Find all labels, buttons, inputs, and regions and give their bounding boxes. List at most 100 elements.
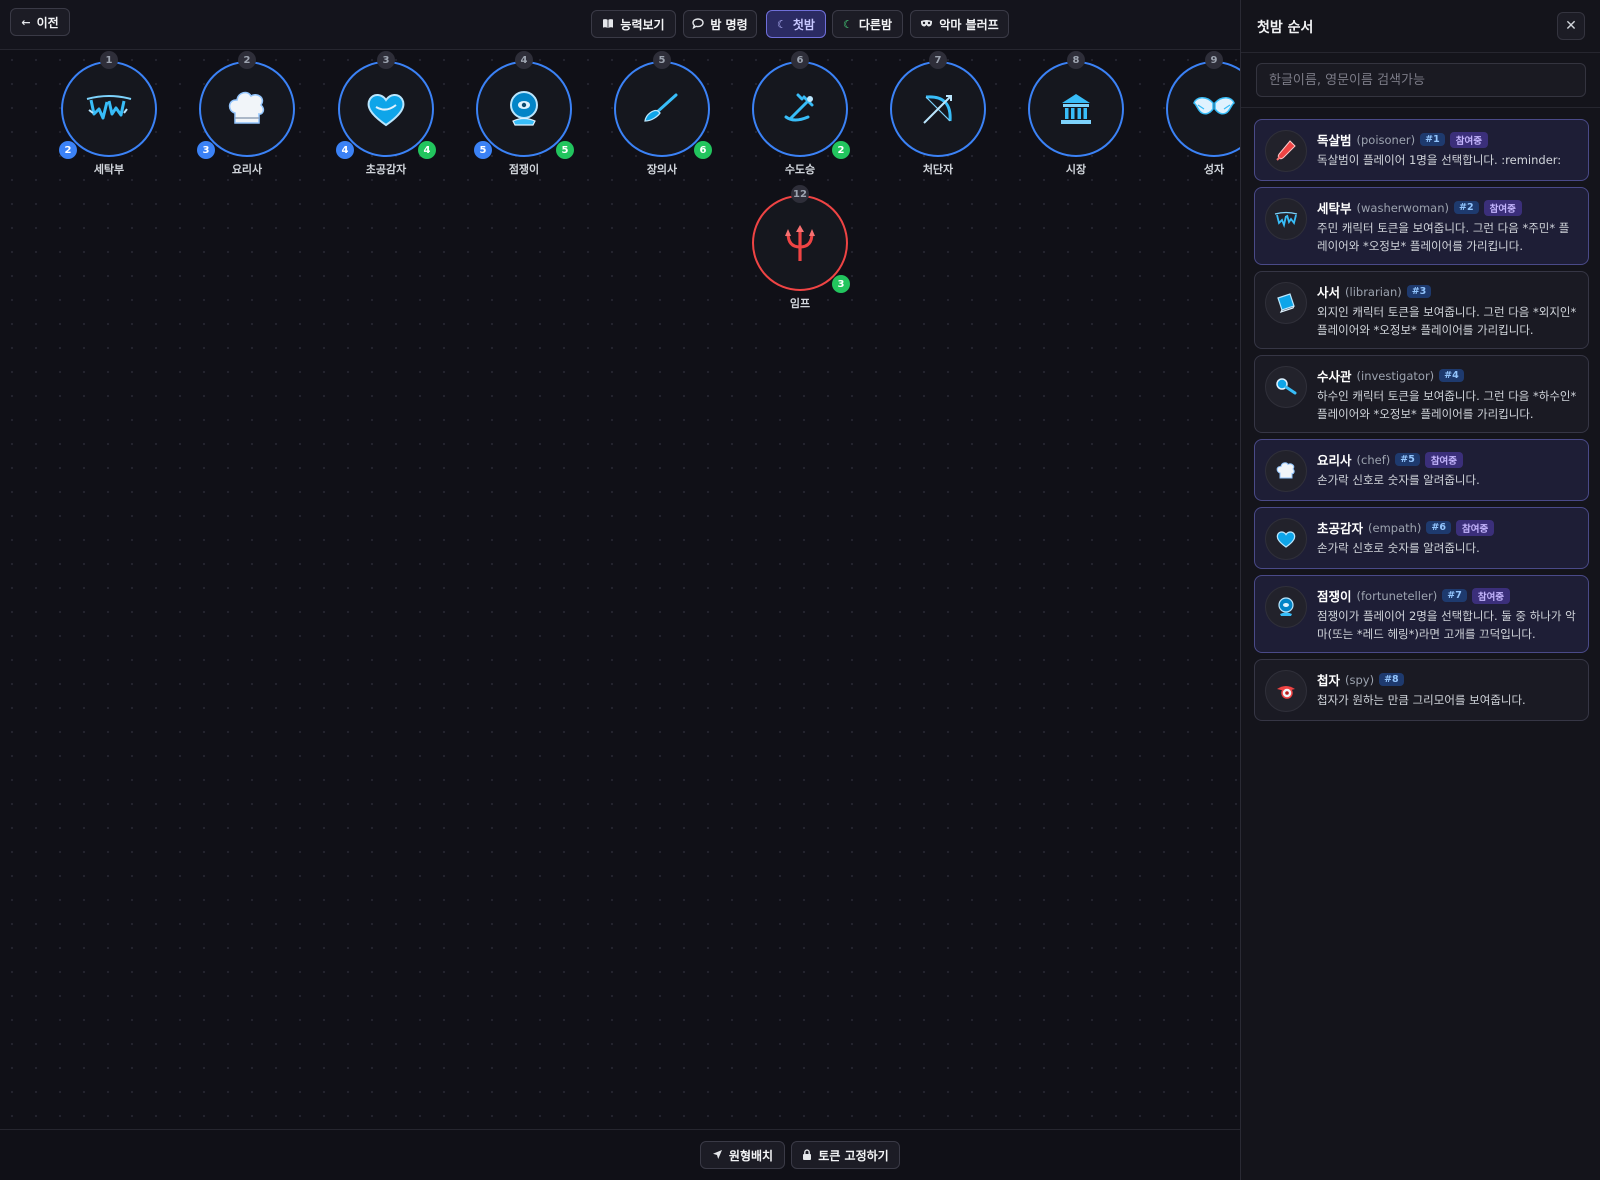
circle-layout-button[interactable]: 원형배치 [700,1141,785,1169]
order-badge: #6 [1426,521,1451,534]
chef-hat-icon [228,91,265,124]
seat-number: 9 [1205,51,1223,69]
bottom-toolbar: 원형배치 토큰 고정하기 [0,1129,1240,1180]
order-badge: #8 [1379,673,1404,686]
night-order-item[interactable]: 수사관 (investigator) #4 하수인 캐릭터 토큰을 보여줍니다.… [1254,355,1589,433]
heart-icon [1265,518,1307,560]
character-description: 점쟁이가 플레이어 2명을 선택합니다. 둘 중 하나가 악마(또는 *레드 헤… [1317,609,1576,641]
reminder-badge-green: 4 [418,141,436,159]
tab-first-night[interactable]: ☾ 첫밤 [766,10,826,38]
token-ring [1028,61,1124,157]
token-name: 수도승 [784,163,816,176]
token-name: 성자 [1203,163,1225,176]
player-token[interactable]: 3 4 4 초공감자 [336,51,436,181]
tab-other-nights[interactable]: ☾ 다른밤 [832,10,903,38]
token-ring [199,61,295,157]
character-english-name: (spy) [1345,672,1375,687]
back-button[interactable]: ← 이전 [10,8,70,36]
night-order-item[interactable]: 세탁부 (washerwoman) #2 참여중 주민 캐릭터 토큰을 보여줍니… [1254,187,1589,265]
character-description: 하수인 캐릭터 토큰을 보여줍니다. 그런 다음 *하수인* 플레이어와 *오정… [1317,389,1577,421]
spy-icon [1265,670,1307,712]
character-english-name: (librarian) [1345,284,1402,299]
close-button[interactable]: ✕ [1557,12,1585,40]
participating-badge: 참여중 [1449,131,1488,148]
reminder-badge-blue: 4 [336,141,354,159]
character-description: 첩자가 원하는 만큼 그리모어를 보여줍니다. [1317,693,1526,707]
lock-icon [802,1148,812,1162]
first-night-order-panel: 첫밤 순서 ✕ 독살범 (poisoner) #1 참여중 독살범이 플레이어 … [1240,0,1600,1180]
character-english-name: (washerwoman) [1356,200,1450,215]
character-english-name: (investigator) [1356,368,1435,383]
seat-number: 1 [100,51,118,69]
player-token[interactable]: 7 처단자 [888,51,988,181]
token-ring [614,61,710,157]
book-icon [1265,282,1307,324]
player-token[interactable]: 6 2 수도승 [750,51,850,181]
heart-icon [367,94,405,127]
bow-arrow-icon [923,95,952,124]
shovel-icon [644,93,678,122]
player-token[interactable]: 5 6 장의사 [612,51,712,181]
character-name: 첩자 [1317,673,1341,688]
order-badge: #1 [1420,133,1445,146]
participating-badge: 참여중 [1424,451,1464,468]
reminder-badge-blue: 2 [59,141,77,159]
token-name: 처단자 [922,163,954,176]
crystal-ball-icon [510,91,538,126]
night-order-item[interactable]: 첩자 (spy) #8 첩자가 원하는 만큼 그리모어를 보여줍니다. [1254,659,1589,721]
top-toolbar: ← 이전 능력보기 밤 명령 ☾ 첫밤 ☾ 다른밤 악마 블러프 [0,0,1240,50]
player-token[interactable]: 4 5 5 점쟁이 [474,51,574,181]
reminder-badge-green: 5 [556,141,574,159]
tab-night-command[interactable]: 밤 명령 [683,10,757,38]
panel-header: 첫밤 순서 ✕ [1241,0,1600,53]
seat-number: 4 [515,51,533,69]
night-order-item[interactable]: 독살범 (poisoner) #1 참여중 독살범이 플레이어 1명을 선택합니… [1254,119,1589,181]
tab-demon-bluff[interactable]: 악마 블러프 [910,10,1009,38]
player-token[interactable]: 2 3 요리사 [197,51,297,181]
character-name: 요리사 [1317,453,1352,468]
order-badge: #3 [1406,285,1432,298]
character-name: 독살범 [1317,133,1352,148]
participating-badge: 참여중 [1471,587,1511,604]
lock-tokens-button[interactable]: 토큰 고정하기 [791,1141,900,1169]
token-ring [890,61,986,157]
magnifying-glass-icon [1265,366,1307,408]
night-order-item[interactable]: 점쟁이 (fortuneteller) #7 참여중 점쟁이가 플레이어 2명을… [1254,575,1589,653]
seat-number: 2 [238,51,256,69]
trident-icon [785,225,815,261]
character-english-name: (fortuneteller) [1356,588,1438,603]
player-token[interactable]: 9 성자 [1164,51,1240,181]
token-name: 세탁부 [93,163,125,176]
night-order-item[interactable]: 사서 (librarian) #3 외지인 캐릭터 토큰을 보여줍니다. 그런 … [1254,271,1589,349]
crystal-ball-icon [1265,586,1307,628]
participating-badge: 참여중 [1483,199,1522,216]
character-name: 수사관 [1317,369,1352,384]
night-order-item[interactable]: 요리사 (chef) #5 참여중 손가락 신호로 숫자를 알려줍니다. [1254,439,1589,501]
moon-icon: ☾ [843,17,853,31]
player-token[interactable]: 12 3 임프 [750,185,850,315]
order-badge: #2 [1454,201,1479,214]
washerwoman-icon [1265,198,1307,240]
character-description: 손가락 신호로 숫자를 알려줍니다. [1317,473,1480,487]
seat-number: 3 [377,51,395,69]
character-name: 점쟁이 [1317,589,1352,604]
divider [1241,107,1600,108]
seat-number: 8 [1067,51,1085,69]
player-token[interactable]: 8 시장 [1026,51,1126,181]
search-input[interactable] [1256,63,1586,97]
character-english-name: (empath) [1368,520,1422,535]
tab-ability[interactable]: 능력보기 [591,10,676,38]
token-ring [1166,61,1240,157]
moon-icon: ☾ [777,17,787,31]
night-order-item[interactable]: 초공감자 (empath) #6 참여중 손가락 신호로 숫자를 알려줍니다. [1254,507,1589,569]
order-badge: #7 [1442,589,1467,602]
book-icon [602,18,614,31]
washerwoman-icon [86,95,132,120]
grimoire-canvas[interactable]: ← 이전 능력보기 밤 명령 ☾ 첫밤 ☾ 다른밤 악마 블러프 1 2 세탁부… [0,0,1240,1180]
seat-number: 7 [929,51,947,69]
order-badge: #4 [1439,369,1464,382]
player-token[interactable]: 1 2 세탁부 [59,51,159,181]
token-name: 점쟁이 [508,163,540,176]
token-name: 장의사 [646,163,678,176]
seat-number: 5 [653,51,671,69]
